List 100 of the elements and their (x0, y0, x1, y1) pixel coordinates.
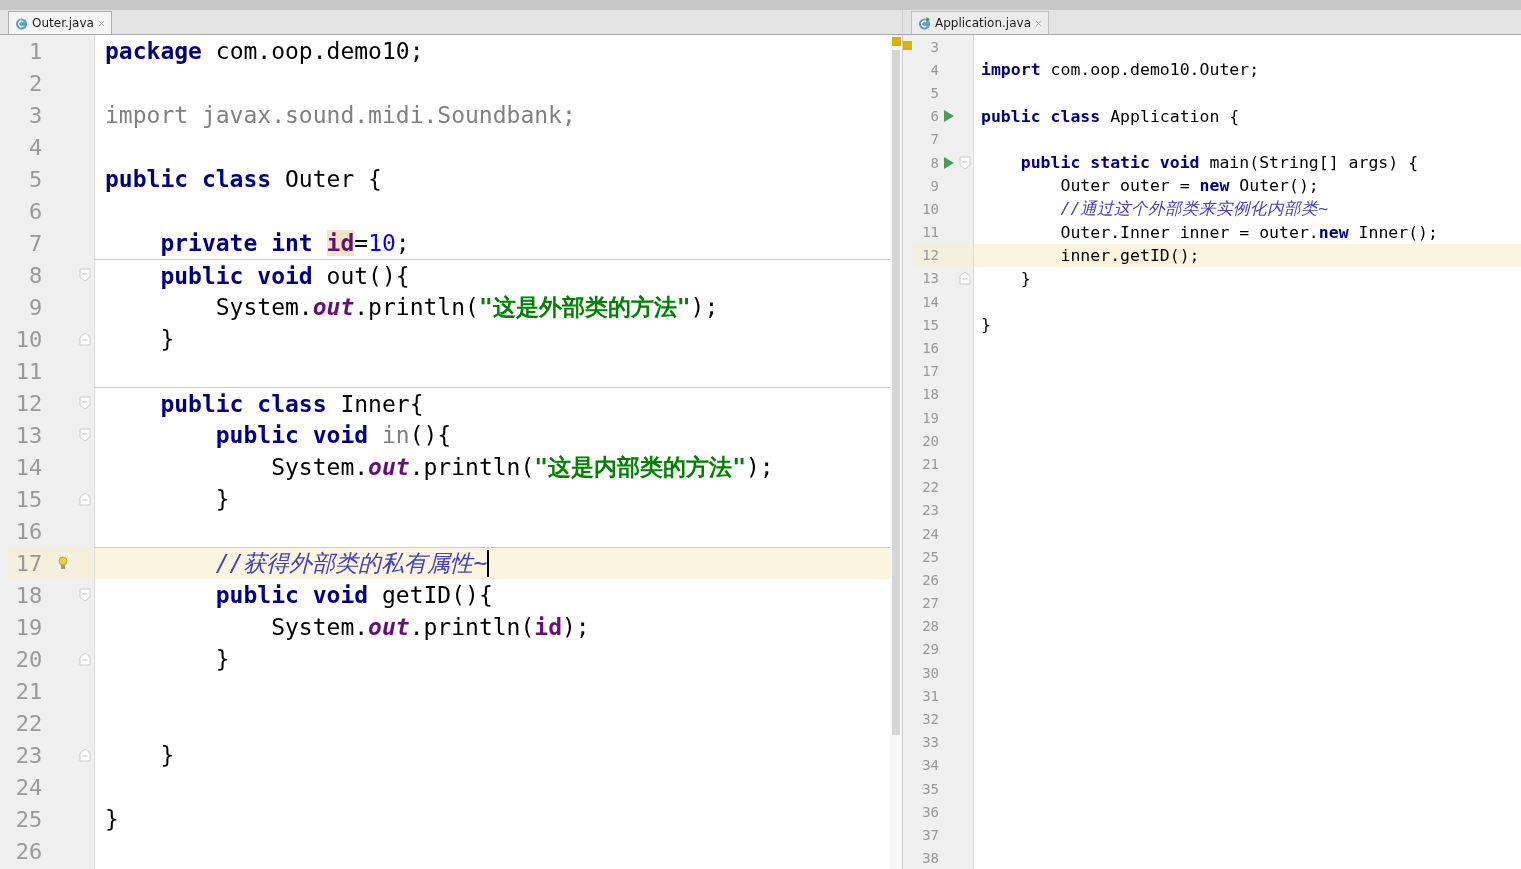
line-number: 3 (929, 38, 939, 55)
line-number: 17 (921, 363, 939, 380)
code-line: System.out.println("这是内部类的方法"); (270, 452, 774, 482)
code-line: import javax.sound.midi.Soundbank; (104, 102, 576, 128)
line-number: 6 (929, 108, 939, 125)
code-line: private int id=10; (159, 230, 410, 256)
fold-icon[interactable] (959, 271, 971, 286)
code-line: Outer outer = new Outer(); (1059, 176, 1319, 196)
code-line: //获得外部类的私有属性~ (214, 548, 490, 579)
line-number: 17 (14, 550, 43, 576)
class-file-icon (15, 16, 28, 30)
fold-icon[interactable] (78, 396, 91, 410)
line-number: 7 (28, 230, 43, 256)
line-number: 26 (921, 571, 939, 588)
fold-icon[interactable] (78, 332, 91, 346)
fold-icon[interactable] (78, 588, 91, 602)
file-tab[interactable]: Application.java (911, 11, 1049, 34)
code-line: public void in(){ (214, 422, 452, 448)
line-number: 8 (929, 154, 939, 171)
line-number: 23 (921, 502, 939, 519)
close-icon[interactable] (1035, 19, 1042, 27)
line-number: 4 (28, 134, 43, 160)
line-number: 26 (14, 838, 43, 864)
line-number: 16 (14, 518, 43, 544)
code-line: public class Application { (980, 106, 1240, 126)
fold-icon[interactable] (78, 492, 91, 506)
line-number: 12 (14, 390, 43, 416)
file-tab[interactable]: Outer.java (8, 11, 112, 34)
code-line: package com.oop.demo10; (104, 38, 424, 64)
line-number: 22 (921, 479, 939, 496)
line-number: 27 (921, 595, 939, 612)
code-line: } (214, 486, 230, 512)
code-line: //通过这个外部类来实例化内部类~ (1059, 197, 1329, 220)
line-number: 14 (14, 454, 43, 480)
line-number: 12 (921, 247, 939, 264)
line-number: 5 (28, 166, 43, 192)
line-number: 9 (28, 294, 43, 320)
fold-icon[interactable] (78, 268, 91, 282)
class-file-icon (918, 16, 931, 30)
code-line: } (104, 806, 119, 832)
line-number: 37 (921, 826, 939, 843)
line-number: 11 (921, 224, 939, 241)
fold-icon[interactable] (78, 748, 91, 762)
line-number: 13 (14, 422, 43, 448)
close-icon[interactable] (97, 19, 105, 27)
run-icon[interactable] (944, 110, 954, 123)
line-number: 2 (28, 70, 43, 96)
line-number: 18 (921, 386, 939, 403)
code-line: public class Inner{ (159, 390, 424, 417)
line-number: 21 (921, 455, 939, 472)
line-number: 29 (921, 641, 939, 658)
line-number: 30 (921, 664, 939, 681)
line-number: 33 (921, 734, 939, 751)
code-line: } (980, 315, 991, 335)
line-number: 7 (929, 131, 939, 148)
line-number: 10 (14, 326, 43, 352)
line-number: 25 (921, 548, 939, 565)
run-icon[interactable] (944, 156, 954, 169)
code-line: public void getID(){ (214, 582, 493, 608)
code-line: System.out.println(id); (270, 614, 590, 640)
line-number: 11 (14, 358, 43, 384)
line-number: 4 (929, 61, 939, 78)
fold-icon[interactable] (78, 428, 91, 442)
line-number: 1 (28, 38, 43, 64)
line-number: 18 (14, 582, 43, 608)
line-number: 24 (921, 525, 939, 542)
line-number: 19 (14, 614, 43, 640)
line-number: 14 (921, 293, 939, 310)
scrollbar[interactable] (892, 50, 900, 735)
line-number: 15 (921, 316, 939, 333)
code-line: } (159, 742, 175, 768)
line-number: 10 (921, 200, 939, 217)
line-number: 16 (921, 340, 939, 357)
code-line: Outer.Inner inner = outer.new Inner(); (1059, 222, 1438, 242)
line-number: 8 (28, 262, 43, 288)
line-number: 21 (14, 678, 43, 704)
line-number: 36 (921, 803, 939, 820)
line-number: 15 (14, 486, 43, 512)
code-line: } (159, 326, 175, 352)
code-line: public static void main(String[] args) { (1019, 153, 1419, 173)
line-number: 32 (921, 711, 939, 728)
lightbulb-icon[interactable] (57, 556, 68, 570)
line-number: 38 (921, 850, 939, 867)
code-line: public void out(){ (159, 262, 410, 289)
code-line: } (214, 646, 230, 672)
line-number: 23 (14, 742, 43, 768)
code-line: System.out.println("这是外部类的方法"); (214, 292, 719, 322)
code-line: public class Outer { (104, 166, 382, 192)
code-line: inner.getID(); (1059, 245, 1200, 265)
line-number: 25 (14, 806, 43, 832)
line-number: 35 (921, 780, 939, 797)
line-number: 3 (28, 102, 43, 128)
code-line: } (1019, 268, 1031, 288)
line-number: 19 (921, 409, 939, 426)
line-number: 20 (14, 646, 43, 672)
fold-icon[interactable] (959, 155, 971, 170)
fold-icon[interactable] (78, 652, 91, 666)
line-number: 9 (929, 177, 939, 194)
line-number: 24 (14, 774, 43, 800)
code-line: import com.oop.demo10.Outer; (980, 60, 1260, 80)
